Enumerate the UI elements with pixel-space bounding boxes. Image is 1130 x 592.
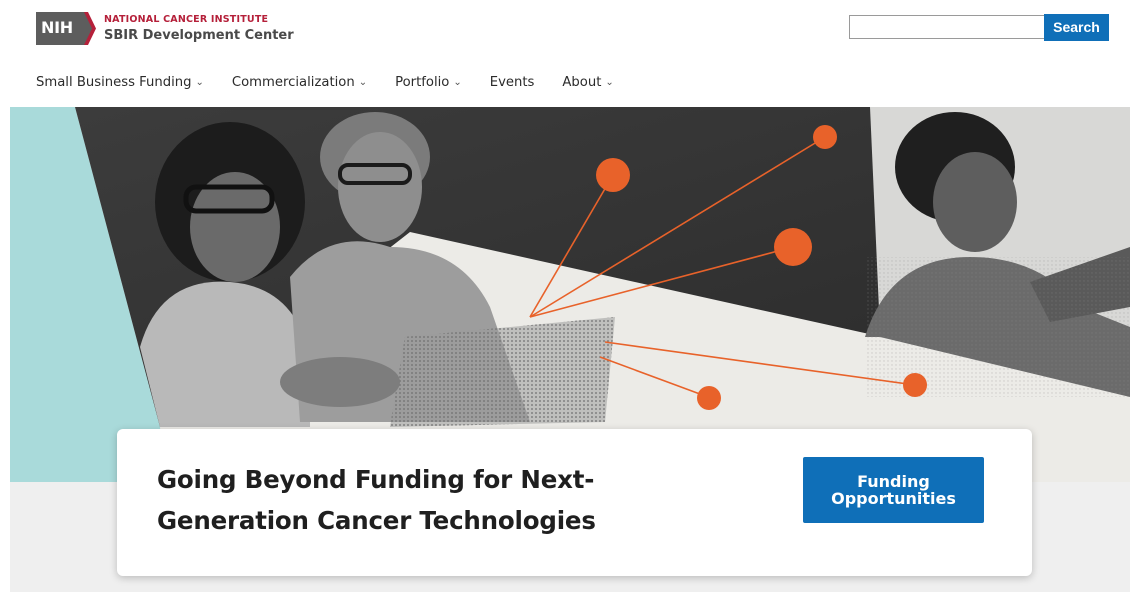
site-header: NIH NATIONAL CANCER INSTITUTE SBIR Devel…: [0, 0, 1130, 60]
nav-item-portfolio[interactable]: Portfolio ⌄: [395, 75, 462, 90]
nav-item-label: Portfolio: [395, 75, 450, 90]
hero-image: [10, 107, 1130, 482]
chevron-down-icon: ⌄: [453, 77, 462, 88]
nav-item-label: Small Business Funding: [36, 75, 192, 90]
search-form: Search: [849, 13, 1109, 41]
search-button[interactable]: Search: [1044, 13, 1109, 41]
main-nav: Small Business Funding ⌄ Commercializati…: [36, 75, 642, 90]
hero-card: Going Beyond Funding for Next-Generation…: [117, 429, 1032, 576]
nav-item-events[interactable]: Events: [490, 75, 535, 90]
site-logo[interactable]: NIH NATIONAL CANCER INSTITUTE SBIR Devel…: [36, 12, 294, 45]
nav-item-small-business-funding[interactable]: Small Business Funding ⌄: [36, 75, 204, 90]
nav-item-label: Commercialization: [231, 75, 355, 90]
hero-banner: [10, 107, 1130, 482]
chevron-down-icon: ⌄: [195, 77, 204, 88]
chevron-down-icon: ⌄: [605, 77, 614, 88]
nav-item-label: Events: [489, 75, 535, 90]
institute-name: NATIONAL CANCER INSTITUTE: [104, 14, 269, 26]
nih-badge: NIH: [36, 12, 96, 45]
funding-opportunities-button[interactable]: Funding Opportunities: [803, 457, 984, 523]
nih-badge-text: NIH: [41, 18, 73, 37]
hero-heading: Going Beyond Funding for Next-Generation…: [157, 465, 596, 535]
nav-item-label: About: [562, 75, 602, 90]
search-input[interactable]: [849, 15, 1044, 39]
center-name: SBIR Development Center: [104, 27, 294, 43]
logo-words: NATIONAL CANCER INSTITUTE SBIR Developme…: [104, 15, 294, 42]
nav-item-about[interactable]: About ⌄: [562, 75, 613, 90]
chevron-down-icon: ⌄: [358, 77, 368, 88]
nav-item-commercialization[interactable]: Commercialization ⌄: [232, 75, 367, 90]
